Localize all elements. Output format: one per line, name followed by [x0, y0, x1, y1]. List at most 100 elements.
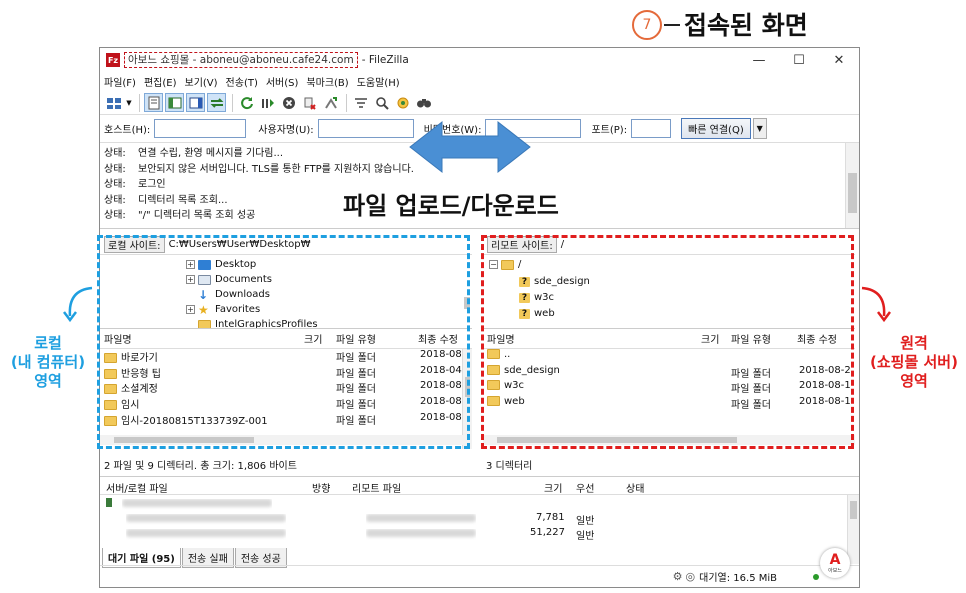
list-item[interactable]: 소셜계정 파일 폴더 2018-08 [100, 380, 472, 396]
tree-item-favorites[interactable]: + ★ Favorites [186, 302, 260, 317]
column-type[interactable]: 파일 유형 [336, 331, 376, 346]
menu-edit[interactable]: 편집(E) [144, 74, 177, 89]
menu-bookmarks[interactable]: 북마크(B) [306, 74, 348, 89]
list-item[interactable]: 임시 파일 폴더 2018-08 [100, 396, 472, 412]
local-list-scrollbar[interactable] [462, 349, 472, 449]
menu-file[interactable]: 파일(F) [104, 74, 136, 89]
unknown-folder-icon: ? [519, 308, 530, 319]
remote-caption-line: 영역 [900, 372, 928, 390]
quickconnect-button[interactable]: 빠른 연결(Q) [681, 118, 751, 139]
queue-row[interactable] [100, 495, 859, 510]
toolbar-divider [139, 93, 140, 112]
cancel-icon[interactable] [279, 93, 298, 112]
local-path-input[interactable]: C:₩Users₩User₩Desktop₩ [169, 239, 311, 250]
minimize-button[interactable]: — [739, 48, 779, 72]
site-manager-icon[interactable] [104, 93, 123, 112]
maximize-button[interactable]: ☐ [779, 48, 819, 72]
tree-item-root[interactable]: − / [489, 257, 521, 272]
expand-icon[interactable]: + [186, 260, 195, 269]
filter-icon[interactable] [351, 93, 370, 112]
file-name: 소셜계정 [104, 380, 158, 395]
column-status[interactable]: 상태 [626, 480, 644, 495]
column-modified[interactable]: 최종 수정 [418, 331, 468, 346]
remote-list-hscrollbar[interactable] [483, 435, 855, 445]
file-name: 임시-20180815T133739Z-001 [104, 412, 268, 427]
remote-tree-icon[interactable] [186, 93, 205, 112]
transfer-queue-icon[interactable] [207, 93, 226, 112]
queue-priority: 일반 [576, 531, 595, 542]
tree-item-downloads[interactable]: ↓ Downloads [198, 287, 270, 302]
column-remote-file[interactable]: 리모트 파일 [352, 480, 401, 495]
updown-label: 파일 업로드/다운로드 [343, 192, 559, 220]
file-name: 바로가기 [104, 349, 158, 364]
dropdown-arrow-icon[interactable]: ▼ [125, 93, 133, 112]
queue-scrollbar[interactable] [847, 495, 859, 564]
column-modified[interactable]: 최종 수정 [797, 331, 853, 346]
list-item[interactable]: 임시-20180815T133739Z-001 파일 폴더 2018-08 [100, 412, 472, 428]
port-input[interactable] [631, 119, 672, 138]
column-type[interactable]: 파일 유형 [731, 331, 771, 346]
list-item[interactable]: .. [483, 349, 855, 365]
list-item[interactable]: sde_design 파일 폴더 2018-08-2 [483, 364, 855, 381]
tree-item-intelgraphics[interactable]: IntelGraphicsProfiles [198, 317, 318, 328]
column-server-local[interactable]: 서버/로컬 파일 [106, 480, 168, 495]
menu-server[interactable]: 서버(S) [266, 74, 299, 89]
remote-site-label: 리모트 사이트: [487, 236, 557, 253]
find-files-icon[interactable] [372, 93, 391, 112]
tree-item-desktop[interactable]: + Desktop [186, 257, 256, 272]
list-item[interactable]: 바로가기 파일 폴더 2018-08 [100, 349, 472, 365]
folder-icon [198, 319, 211, 328]
disconnect-icon[interactable] [300, 93, 319, 112]
column-size[interactable]: 크기 [304, 331, 322, 346]
collapse-icon[interactable]: − [489, 260, 498, 269]
remote-path-input[interactable]: / [561, 239, 564, 250]
column-size[interactable]: 크기 [701, 331, 719, 346]
reconnect-icon[interactable] [321, 93, 340, 112]
speed-limit-icon[interactable]: ◎ [686, 570, 696, 583]
local-tree-scrollbar[interactable] [462, 255, 472, 328]
username-input[interactable] [317, 119, 414, 138]
message-log-icon[interactable] [144, 93, 163, 112]
folder-icon [487, 364, 500, 375]
expand-icon[interactable]: + [186, 305, 195, 314]
remote-caption-line: 원격 [900, 334, 928, 352]
queue-row[interactable]: 51,227 일반 [100, 525, 859, 542]
column-filename[interactable]: 파일명 [487, 331, 515, 346]
column-priority[interactable]: 우선 [576, 480, 594, 495]
remote-status: 3 디렉터리 [486, 460, 533, 472]
list-item[interactable]: 반응형 팁 파일 폴더 2018-04 [100, 365, 472, 381]
log-scrollbar[interactable] [845, 143, 859, 228]
desktop-icon [198, 259, 211, 270]
host-input[interactable] [154, 119, 247, 138]
folder-icon [487, 349, 500, 359]
process-queue-icon[interactable] [258, 93, 277, 112]
file-name-text: web [504, 396, 525, 408]
log-text: 연결 수립, 환영 메시지를 기다림... [138, 148, 284, 159]
local-list-hscrollbar[interactable] [100, 435, 472, 445]
queue-row[interactable]: 7,781 일반 [100, 510, 859, 527]
menu-help[interactable]: 도움말(H) [357, 74, 400, 89]
list-item[interactable]: web 파일 폴더 2018-08-1 [483, 396, 855, 412]
search-remote-icon[interactable] [414, 93, 433, 112]
refresh-icon[interactable] [237, 93, 256, 112]
column-filename[interactable]: 파일명 [104, 331, 132, 346]
tree-label: Documents [215, 274, 273, 285]
tree-item-sde-design[interactable]: ? sde_design [519, 274, 590, 289]
file-modified: 2018-08 [420, 380, 462, 392]
tree-item-documents[interactable]: + Documents [186, 272, 272, 287]
column-size[interactable]: 크기 [544, 480, 562, 495]
list-item[interactable]: w3c 파일 폴더 2018-08-1 [483, 380, 855, 396]
menu-transfer[interactable]: 전송(T) [226, 74, 258, 89]
redacted-text [122, 499, 272, 510]
redacted-text [366, 514, 476, 525]
sync-browsing-icon[interactable] [393, 93, 412, 112]
local-tree-icon[interactable] [165, 93, 184, 112]
tree-item-web[interactable]: ? web [519, 306, 555, 321]
settings-gear-icon[interactable]: ⚙ [673, 570, 683, 583]
expand-icon[interactable]: + [186, 275, 195, 284]
menu-view[interactable]: 보기(V) [185, 74, 218, 89]
column-direction[interactable]: 방향 [312, 480, 330, 495]
quickconnect-dropdown-icon[interactable]: ▼ [752, 118, 767, 139]
close-button[interactable]: ✕ [819, 48, 859, 72]
tree-item-w3c[interactable]: ? w3c [519, 290, 554, 305]
